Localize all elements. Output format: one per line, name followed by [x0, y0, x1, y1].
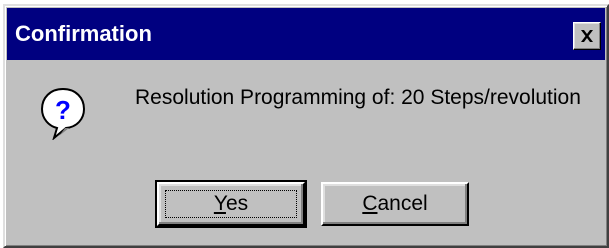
focus-rectangle: [165, 190, 297, 218]
cancel-button[interactable]: Cancel: [321, 182, 469, 226]
svg-text:?: ?: [55, 95, 71, 125]
close-icon: [581, 30, 593, 42]
confirmation-dialog: Confirmation ? Resolution Programming of…: [3, 4, 609, 248]
question-icon: ?: [39, 86, 87, 141]
title-bar[interactable]: Confirmation: [7, 8, 605, 60]
yes-button[interactable]: Yes: [155, 180, 307, 228]
close-button[interactable]: [573, 22, 601, 50]
cancel-label: Cancel: [362, 192, 428, 215]
dialog-message: Resolution Programming of: 20 Steps/revo…: [135, 86, 581, 109]
window-title: Confirmation: [15, 21, 152, 46]
